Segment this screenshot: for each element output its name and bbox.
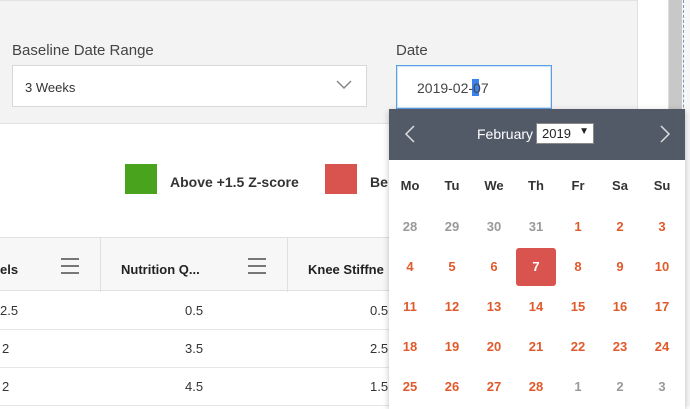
calendar-day[interactable]: 28 — [389, 208, 431, 246]
calendar-day[interactable]: 18 — [389, 328, 431, 366]
table-cell: 3.5 — [185, 341, 204, 356]
column-header[interactable]: Nutrition Q... — [121, 262, 200, 277]
chevron-down-icon — [336, 80, 352, 90]
date-picker-popup: February 2019 ▼ Mo Tu We Th Fr Sa Su 28 29 30 31 1… — [389, 109, 685, 409]
weekday-header: Mo — [400, 178, 420, 193]
caret-down-icon: ▼ — [579, 126, 589, 137]
calendar-day[interactable]: 20 — [473, 328, 515, 366]
calendar-day[interactable]: 25 — [389, 368, 431, 406]
calendar-day[interactable]: 16 — [599, 288, 641, 326]
table-cell: 0.5 — [185, 303, 204, 318]
date-input-value: 2019-02-07 — [417, 80, 489, 96]
weekday-header: Sa — [612, 178, 628, 193]
calendar-day[interactable]: 8 — [557, 248, 599, 286]
weekday-header: Fr — [571, 178, 585, 193]
baseline-range-select[interactable]: 3 Weeks — [12, 65, 367, 107]
table-cell: 4.5 — [185, 379, 204, 394]
calendar-day[interactable]: 23 — [599, 328, 641, 366]
calendar-day[interactable]: 19 — [431, 328, 473, 366]
legend-label-above: Above +1.5 Z-score — [170, 174, 299, 190]
calendar-day[interactable]: 9 — [599, 248, 641, 286]
calendar-day[interactable]: 29 — [431, 208, 473, 246]
calendar-day[interactable]: 27 — [473, 368, 515, 406]
calendar-day[interactable]: 4 — [389, 248, 431, 286]
weekday-header: Su — [653, 178, 671, 193]
legend-swatch-below — [325, 164, 357, 194]
calendar-day[interactable]: 24 — [641, 328, 683, 366]
date-input[interactable]: 2019-02-07 — [396, 65, 552, 109]
table-cell: 0.5 — [370, 303, 389, 318]
weekday-header: Tu — [444, 178, 460, 193]
table-cell: 2 — [2, 379, 10, 394]
year-value: 2019 — [542, 126, 571, 141]
calendar-day[interactable]: 3 — [641, 208, 683, 246]
column-menu-icon[interactable] — [61, 258, 79, 274]
calendar-day[interactable]: 21 — [515, 328, 557, 366]
table-cell: 2.5 — [0, 303, 19, 318]
table-cell: 2.5 — [370, 341, 389, 356]
calendar-day[interactable]: 31 — [515, 208, 557, 246]
legend-label-below: Be — [370, 174, 388, 190]
calendar-day[interactable]: 2 — [599, 368, 641, 406]
calendar-day[interactable]: 15 — [557, 288, 599, 326]
calendar-day[interactable]: 1 — [557, 368, 599, 406]
date-label: Date — [396, 42, 428, 59]
column-divider[interactable] — [100, 238, 101, 292]
calendar-day[interactable]: 6 — [473, 248, 515, 286]
weekday-header: We — [484, 178, 504, 193]
calendar-day[interactable]: 14 — [515, 288, 557, 326]
legend-swatch-above — [125, 164, 157, 194]
calendar-day[interactable]: 17 — [641, 288, 683, 326]
chevron-left-icon[interactable] — [404, 124, 416, 144]
calendar-day[interactable]: 10 — [641, 248, 683, 286]
calendar-day[interactable]: 11 — [389, 288, 431, 326]
baseline-date-range-label: Baseline Date Range — [12, 42, 154, 59]
weekday-header: Th — [528, 178, 544, 193]
calendar-day[interactable]: 28 — [515, 368, 557, 406]
calendar-day[interactable]: 30 — [473, 208, 515, 246]
calendar-day[interactable]: 1 — [557, 208, 599, 246]
calendar-day[interactable]: 26 — [431, 368, 473, 406]
column-divider[interactable] — [287, 238, 288, 292]
selected-day[interactable]: 7 — [515, 248, 557, 286]
calendar-day[interactable]: 22 — [557, 328, 599, 366]
calendar-day[interactable]: 12 — [431, 288, 473, 326]
table-cell: 1.5 — [370, 379, 389, 394]
year-select[interactable]: 2019 ▼ — [536, 123, 594, 144]
chevron-right-icon[interactable] — [659, 124, 671, 144]
column-header[interactable]: els — [0, 262, 18, 277]
calendar-day[interactable]: 2 — [599, 208, 641, 246]
baseline-range-value: 3 Weeks — [25, 80, 76, 95]
column-header[interactable]: Knee Stiffne — [308, 262, 384, 277]
calendar-day[interactable]: 3 — [641, 368, 683, 406]
calendar-day[interactable]: 13 — [473, 288, 515, 326]
calendar-day[interactable]: 5 — [431, 248, 473, 286]
table-cell: 2 — [2, 341, 10, 356]
calendar-header: February 2019 ▼ — [389, 109, 685, 160]
calendar-month: February — [477, 126, 534, 142]
column-menu-icon[interactable] — [248, 258, 266, 274]
